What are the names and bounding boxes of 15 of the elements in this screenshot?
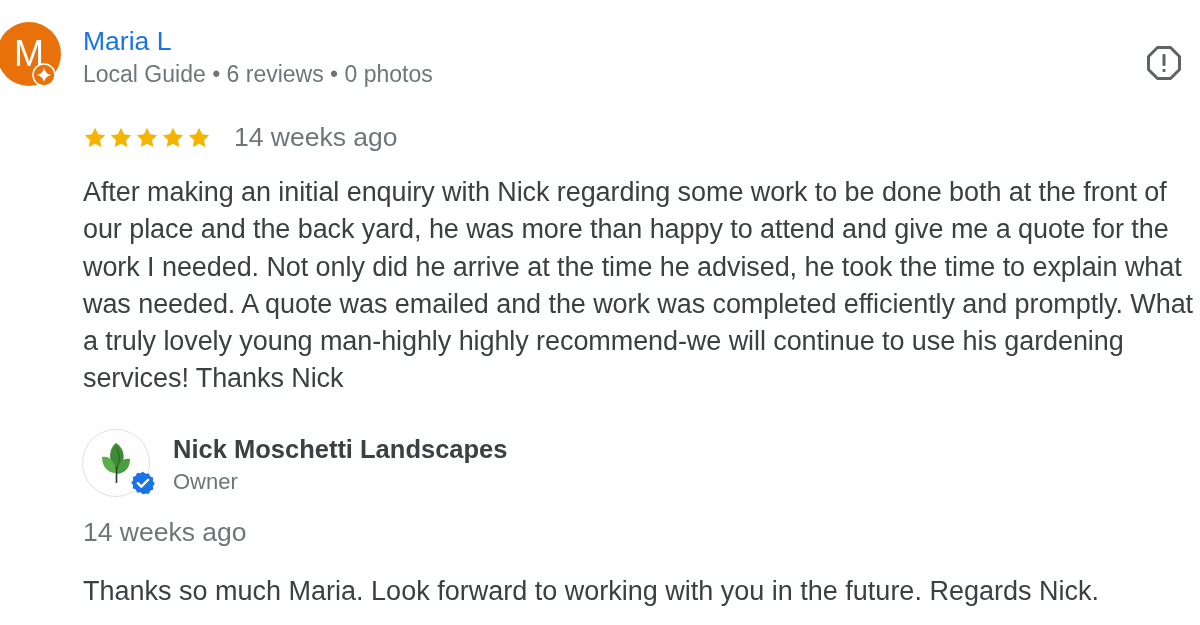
review-text: After making an initial enquiry with Nick regarding some work to be done both at the front of our place and the back yard, he was more than happy to attend and give me a quote for the work I needed. Not only did he arrive at the time he advised, he took the time to explain what was needed. A quote was emailed and the work was completed efficiently and promptly. What a truly lovely young man-highly highly recommend-we will continue to use his gardening services! Thanks Nick (83, 176, 1194, 396)
response-text: Thanks so much Maria. Look forward to working with you in the future. Regards Nick. (83, 576, 1100, 605)
star-icon (110, 126, 132, 148)
reviewer-name[interactable]: Maria L (83, 27, 433, 55)
star-icon (162, 126, 184, 148)
star-icon (136, 126, 158, 148)
response-date: 14 weeks ago (83, 517, 247, 546)
star-icon (84, 126, 106, 148)
star-icon (188, 126, 210, 148)
verified-badge-icon (130, 469, 156, 496)
review-date: 14 weeks ago (234, 123, 398, 151)
alert-octagon-icon[interactable] (1146, 45, 1182, 81)
reviewer-meta: Local Guide • 6 reviews • 0 photos (83, 62, 433, 86)
owner-role: Owner (173, 469, 239, 494)
owner-name[interactable]: Nick Moschetti Landscapes (173, 433, 508, 464)
